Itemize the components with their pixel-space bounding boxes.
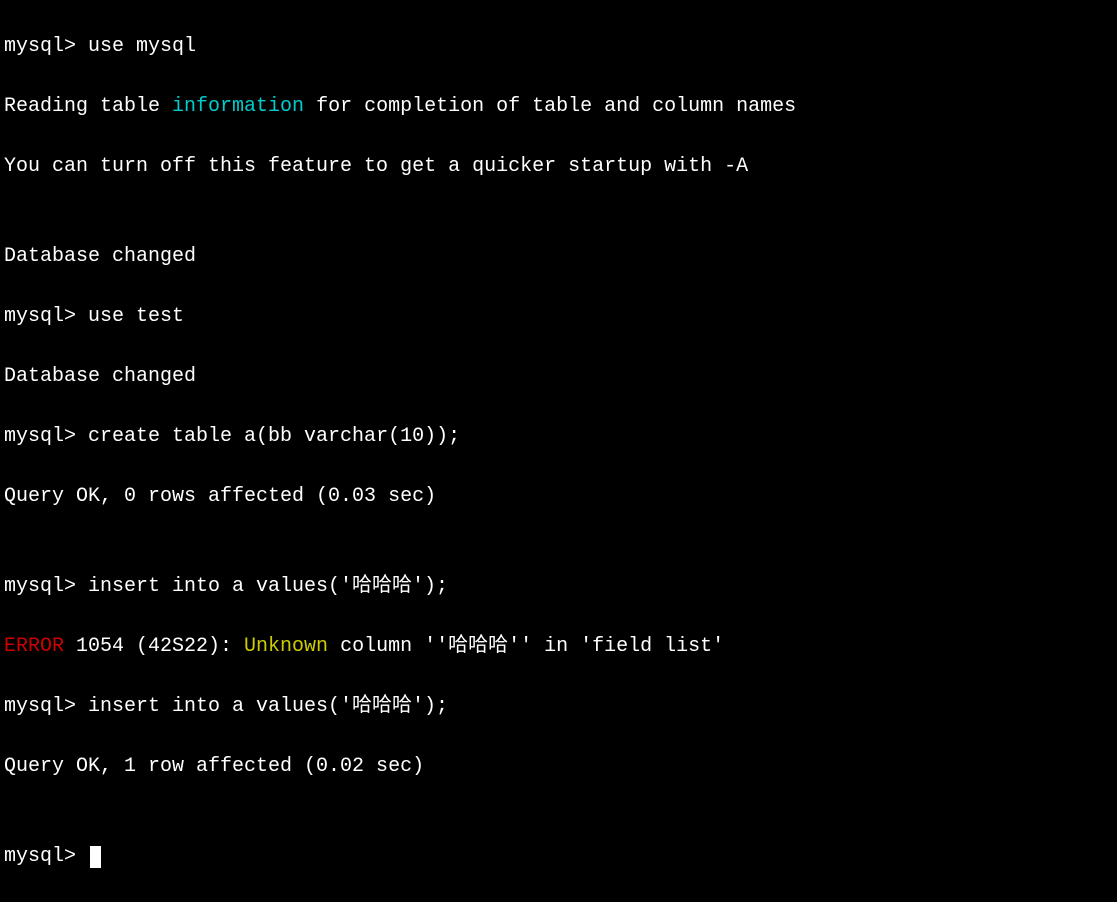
prompt-line-2: mysql> use test	[4, 302, 1113, 332]
terminal-output[interactable]: mysql> use mysql Reading table informati…	[4, 2, 1113, 902]
prompt-line-3: mysql> create table a(bb varchar(10));	[4, 422, 1113, 452]
unknown-label: Unknown	[244, 635, 328, 658]
command-use-mysql: use mysql	[88, 35, 196, 58]
prompt-line-1: mysql> use mysql	[4, 32, 1113, 62]
command-insert-curly: insert into a values('哈哈哈');	[88, 575, 448, 598]
highlighted-information: information	[172, 95, 304, 118]
output-error: ERROR 1054 (42S22): Unknown column ''哈哈哈…	[4, 632, 1113, 662]
prompt-line-5: mysql> insert into a values('哈哈哈');	[4, 692, 1113, 722]
prompt-line-4: mysql> insert into a values('哈哈哈');	[4, 572, 1113, 602]
prompt-line-current: mysql>	[4, 842, 1113, 872]
error-label: ERROR	[4, 635, 64, 658]
output-query-ok-2: Query OK, 1 row affected (0.02 sec)	[4, 752, 1113, 782]
output-turn-off: You can turn off this feature to get a q…	[4, 152, 1113, 182]
output-query-ok-1: Query OK, 0 rows affected (0.03 sec)	[4, 482, 1113, 512]
command-insert-straight: insert into a values('哈哈哈');	[88, 695, 448, 718]
prompt: mysql>	[4, 695, 88, 718]
cursor[interactable]	[90, 846, 101, 868]
output-db-changed-2: Database changed	[4, 362, 1113, 392]
command-use-test: use test	[88, 305, 184, 328]
prompt: mysql>	[4, 35, 88, 58]
prompt: mysql>	[4, 425, 88, 448]
output-reading-table: Reading table information for completion…	[4, 92, 1113, 122]
prompt: mysql>	[4, 305, 88, 328]
prompt: mysql>	[4, 575, 88, 598]
prompt: mysql>	[4, 845, 88, 868]
output-db-changed-1: Database changed	[4, 242, 1113, 272]
command-create-table: create table a(bb varchar(10));	[88, 425, 460, 448]
